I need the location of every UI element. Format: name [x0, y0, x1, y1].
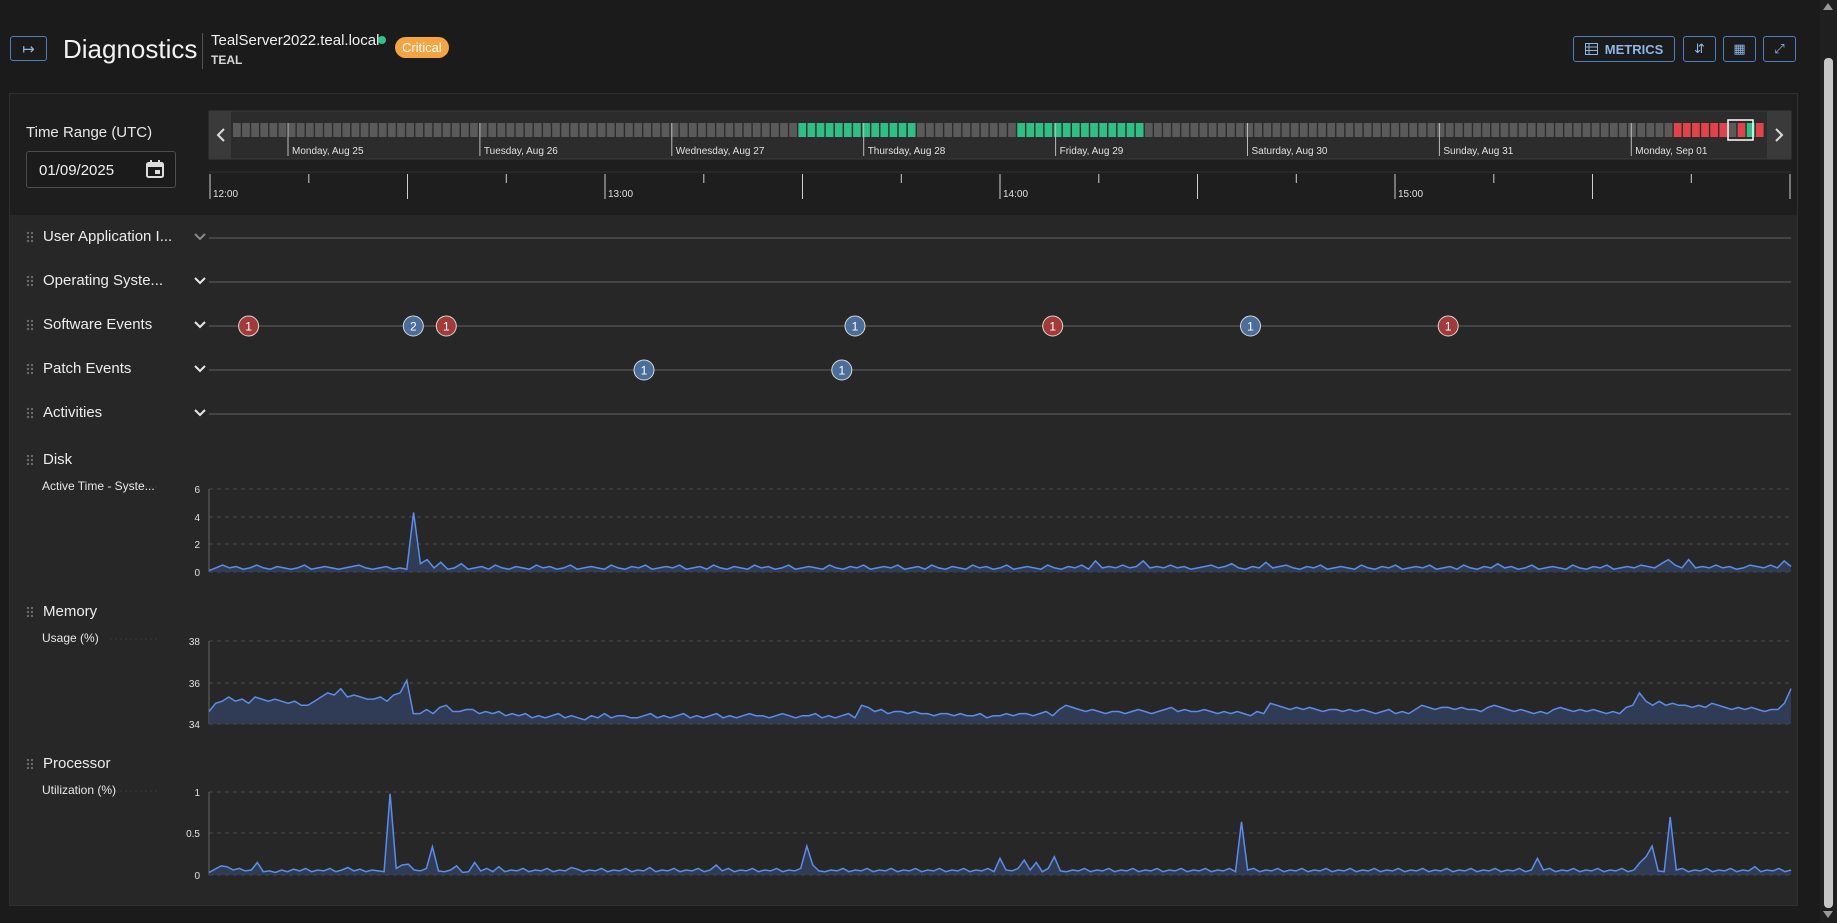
- row-header: Processor: [26, 755, 183, 772]
- header-bar: ↦ Diagnostics TealServer2022.teal.local …: [0, 0, 1820, 92]
- row-header: Software Events: [26, 316, 207, 333]
- drag-handle-icon[interactable]: [26, 605, 34, 618]
- event-marker-count: 1: [1247, 320, 1254, 334]
- tenant-name: TEAL: [211, 53, 243, 67]
- tracks-area: 1 2 1 1 1 1 1 1 1 6 4 2 0 38 36 34 1 0.5 0: [110, 237, 1792, 882]
- series-area: [209, 680, 1791, 724]
- y-tick-label: 0: [194, 871, 200, 882]
- diagnostics-panel: Time Range (UTC) 01/09/2025 Monday, Aug …: [9, 93, 1798, 906]
- server-name: TealServer2022.teal.local: [211, 32, 380, 49]
- row-header: Patch Events: [26, 360, 207, 377]
- metrics-label: METRICS: [1604, 41, 1664, 57]
- grid-button[interactable]: ▦: [1723, 36, 1756, 62]
- drag-handle-icon[interactable]: [26, 318, 34, 331]
- series-line: [208, 512, 1792, 572]
- row-label: Memory: [43, 603, 98, 620]
- scrollbar[interactable]: [1820, 0, 1837, 923]
- collapse-rows-button[interactable]: ⇵: [1683, 36, 1716, 62]
- drag-handle-icon[interactable]: [26, 453, 34, 466]
- event-marker-count: 1: [245, 320, 252, 334]
- online-status-dot: [378, 36, 386, 44]
- row-label: Software Events: [43, 316, 153, 333]
- row-label: Disk: [43, 451, 73, 468]
- shrink-icon: ⤢: [1774, 41, 1785, 56]
- series-label: Active Time - Syste...: [42, 479, 155, 493]
- row-header: Operating Syste...: [26, 272, 207, 289]
- event-marker-count: 1: [1049, 320, 1056, 334]
- y-tick-label: 1: [194, 788, 200, 799]
- y-tick-label: 6: [194, 485, 200, 496]
- series-label: Usage (%): [42, 631, 99, 645]
- status-badge: Critical: [395, 37, 449, 58]
- y-tick-label: 4: [194, 513, 200, 524]
- sidebar-toggle-icon[interactable]: ↦: [10, 36, 47, 61]
- drag-handle-icon[interactable]: [26, 274, 34, 287]
- series-area: [209, 512, 1791, 572]
- chevron-down-icon[interactable]: [193, 364, 207, 374]
- y-tick-label: 0.5: [186, 829, 200, 840]
- row-header: Disk: [26, 451, 183, 468]
- drag-handle-icon[interactable]: [26, 406, 34, 419]
- row-label: Patch Events: [43, 360, 132, 377]
- collapse-rows-icon: ⇵: [1694, 41, 1705, 56]
- grid-icon: ▦: [1733, 41, 1746, 56]
- row-label: Operating Syste...: [43, 272, 164, 289]
- y-tick-label: 36: [189, 679, 201, 690]
- drag-handle-icon[interactable]: [26, 362, 34, 375]
- row-label: Activities: [43, 404, 103, 421]
- event-marker-count: 1: [443, 320, 450, 334]
- row-header: Memory: [26, 603, 183, 620]
- y-tick-label: 2: [194, 540, 200, 551]
- y-tick-label: 0: [194, 568, 200, 579]
- chevron-down-icon[interactable]: [193, 276, 207, 286]
- row-header: Activities: [26, 404, 207, 421]
- scroll-down-arrow[interactable]: [1823, 911, 1833, 918]
- row-label: User Application I...: [43, 228, 173, 245]
- event-marker-count: 1: [838, 364, 845, 378]
- drag-handle-icon[interactable]: [26, 230, 34, 243]
- header-divider: [202, 33, 203, 69]
- scroll-up-arrow[interactable]: [1823, 3, 1833, 10]
- y-tick-label: 38: [189, 637, 201, 648]
- y-tick-label: 34: [189, 720, 201, 731]
- shrink-button[interactable]: ⤢: [1763, 36, 1796, 62]
- metrics-button[interactable]: METRICS: [1573, 36, 1675, 62]
- event-marker-count: 1: [852, 320, 859, 334]
- table-icon: [1584, 43, 1598, 55]
- event-marker-count: 1: [1445, 320, 1452, 334]
- chevron-down-icon[interactable]: [193, 232, 207, 242]
- page-title: Diagnostics: [63, 34, 198, 64]
- chevron-down-icon[interactable]: [193, 408, 207, 418]
- series-area: [209, 793, 1791, 875]
- drag-handle-icon[interactable]: [26, 757, 34, 770]
- series-label: Utilization (%): [42, 783, 117, 797]
- event-marker-count: 2: [410, 320, 417, 334]
- row-header: User Application I...: [26, 228, 207, 245]
- chevron-down-icon[interactable]: [193, 320, 207, 330]
- event-marker-count: 1: [641, 364, 648, 378]
- scrollbar-thumb[interactable]: [1824, 58, 1833, 908]
- row-label: Processor: [43, 755, 111, 772]
